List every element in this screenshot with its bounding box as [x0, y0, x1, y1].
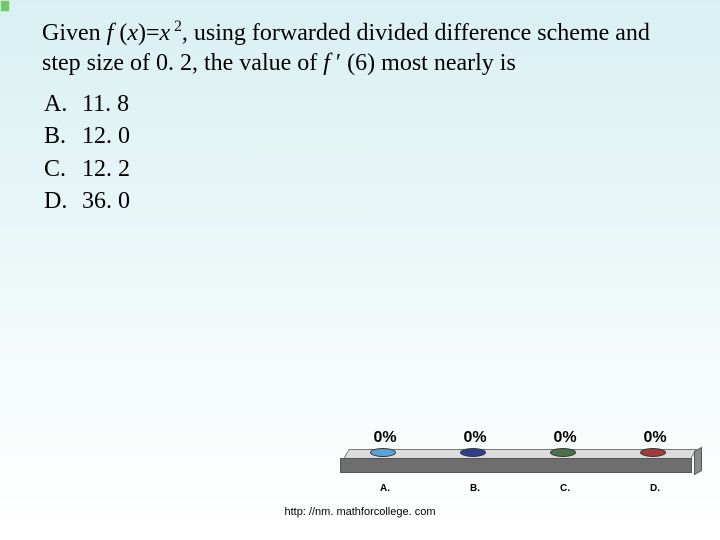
percent-row: 0% 0% 0% 0%: [340, 429, 700, 447]
choice-b[interactable]: B. 12. 0: [44, 120, 684, 152]
choice-a-value: 11. 8: [82, 88, 129, 120]
q-f2: f: [323, 50, 336, 76]
pct-a: 0%: [340, 429, 430, 447]
cat-d: D.: [610, 483, 700, 494]
platform-side: [694, 447, 702, 476]
bar-base-c: [550, 448, 576, 457]
cat-b: B.: [430, 483, 520, 494]
q-pre: Given: [42, 20, 107, 46]
bar-base-b: [460, 448, 486, 457]
green-tick-corner: [0, 0, 10, 12]
choice-b-label: B.: [44, 120, 82, 152]
choice-d-value: 36. 0: [82, 185, 130, 217]
choice-c-label: C.: [44, 153, 82, 185]
response-bar-chart: 0% 0% 0% 0% A. B. C. D.: [340, 429, 700, 494]
pct-b: 0%: [430, 429, 520, 447]
q-x: x: [127, 20, 138, 46]
choice-d-label: D.: [44, 185, 82, 217]
bar-base-d: [640, 448, 666, 457]
choice-d[interactable]: D. 36. 0: [44, 185, 684, 217]
choice-a-label: A.: [44, 88, 82, 120]
q-var: x: [160, 20, 171, 46]
platform-front: [340, 458, 692, 473]
choice-a[interactable]: A. 11. 8: [44, 88, 684, 120]
slide-content: Given f (x)=x 2, using forwarded divided…: [0, 0, 720, 218]
q-f1: f: [107, 20, 120, 46]
bar-base-a: [370, 448, 396, 457]
choice-c-value: 12. 2: [82, 153, 130, 185]
choices-list: A. 11. 8 B. 12. 0 C. 12. 2 D. 36. 0: [42, 88, 684, 218]
q-prime: ′ (6) most nearly is: [336, 50, 516, 76]
choice-b-value: 12. 0: [82, 120, 130, 152]
pct-c: 0%: [520, 429, 610, 447]
choice-c[interactable]: C. 12. 2: [44, 153, 684, 185]
q-close: )=: [138, 20, 160, 46]
q-sup: 2: [170, 18, 182, 35]
cat-c: C.: [520, 483, 610, 494]
cat-a: A.: [340, 483, 430, 494]
question-text: Given f (x)=x 2, using forwarded divided…: [42, 18, 684, 78]
category-row: A. B. C. D.: [340, 483, 700, 494]
chart-platform: [340, 449, 700, 479]
pct-d: 0%: [610, 429, 700, 447]
footer-url: http: //nm. mathforcollege. com: [0, 506, 720, 518]
